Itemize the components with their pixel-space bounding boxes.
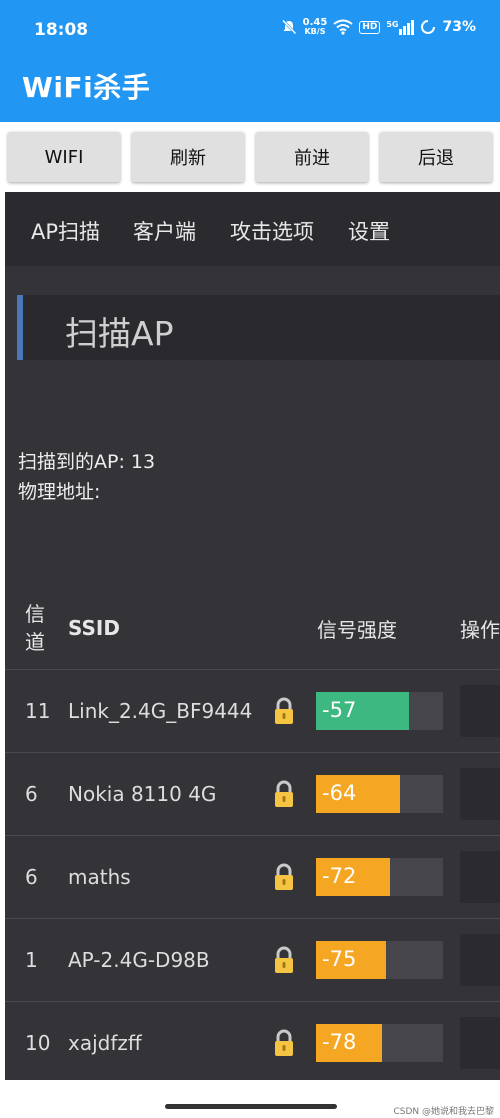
signal-value: -75 — [322, 947, 357, 971]
signal-bar: -78 — [316, 1024, 443, 1062]
signal-icon: 5G — [386, 19, 415, 35]
table-row: 11 Link_2.4G_BF9444 -57 — [5, 670, 500, 753]
lock-icon — [273, 697, 295, 725]
table-row: 6 maths -72 — [5, 836, 500, 919]
tab-clients[interactable]: 客户端 — [133, 216, 196, 246]
status-icons: 0.45 KB/S HD 5G 73% — [281, 18, 476, 36]
battery-level: 73% — [442, 19, 476, 35]
network-type: 5G — [386, 19, 399, 29]
refresh-button[interactable]: 刷新 — [132, 132, 244, 182]
tab-settings[interactable]: 设置 — [348, 216, 390, 246]
signal-bar: -64 — [316, 775, 443, 813]
cell-ssid: Nokia 8110 4G — [68, 782, 217, 806]
mute-icon — [281, 19, 297, 35]
tab-ap-scan[interactable]: AP扫描 — [31, 216, 100, 246]
button-row: WIFI 刷新 前进 后退 — [0, 122, 500, 192]
table-row: 10 xajdfzff -78 — [5, 1002, 500, 1080]
signal-bar: -57 — [316, 692, 443, 730]
section-title: 扫描AP — [65, 314, 174, 353]
signal-value: -72 — [322, 864, 357, 888]
cell-channel: 10 — [25, 1031, 51, 1055]
table-header: 信 道 SSID 信号强度 操作 — [5, 592, 500, 670]
tab-attack-options[interactable]: 攻击选项 — [230, 216, 314, 246]
header-ssid: SSID — [68, 616, 120, 640]
watermark: CSDN @她说和我去巴黎 — [393, 1107, 494, 1117]
net-speed: 0.45 KB/S — [302, 17, 328, 37]
wifi-icon — [333, 19, 353, 35]
action-button[interactable] — [460, 851, 500, 903]
header-signal: 信号强度 — [317, 618, 397, 642]
home-indicator[interactable] — [165, 1104, 337, 1109]
cell-channel: 1 — [25, 948, 38, 972]
bottom-bar: CSDN @她说和我去巴黎 — [0, 1080, 500, 1118]
cell-ssid: Link_2.4G_BF9444 — [68, 699, 253, 723]
cell-ssid: xajdfzff — [68, 1031, 142, 1055]
cell-channel: 6 — [25, 865, 38, 889]
status-time: 18:08 — [34, 20, 89, 40]
signal-value: -57 — [322, 698, 357, 722]
action-button[interactable] — [460, 934, 500, 986]
battery-icon — [421, 20, 436, 34]
signal-value: -64 — [322, 781, 357, 805]
signal-bar: -75 — [316, 941, 443, 979]
ap-count: 扫描到的AP: 13 — [18, 451, 156, 473]
section-header: 扫描AP — [17, 295, 500, 360]
content-panel: AP扫描 客户端 攻击选项 设置 扫描AP 扫描到的AP: 13 物理地址: 信… — [5, 192, 500, 1080]
table-row: 6 Nokia 8110 4G -64 — [5, 753, 500, 836]
hd-icon: HD — [359, 20, 381, 34]
forward-button[interactable]: 前进 — [256, 132, 368, 182]
app-bar: 18:08 0.45 KB/S HD 5G 73% WiFi杀手 — [0, 0, 500, 122]
header-channel: 信 道 — [25, 602, 45, 654]
action-button[interactable] — [460, 768, 500, 820]
net-speed-value: 0.45 — [302, 17, 328, 28]
table-row: 1 AP-2.4G-D98B -75 — [5, 919, 500, 1002]
mac-address-label: 物理地址: — [18, 481, 101, 503]
back-button[interactable]: 后退 — [380, 132, 492, 182]
wifi-button[interactable]: WIFI — [8, 132, 120, 182]
signal-value: -78 — [322, 1030, 357, 1054]
lock-icon — [273, 1029, 295, 1057]
lock-icon — [273, 780, 295, 808]
action-button[interactable] — [460, 685, 500, 737]
action-button[interactable] — [460, 1017, 500, 1069]
header-action: 操作 — [460, 618, 500, 642]
cell-channel: 6 — [25, 782, 38, 806]
net-speed-unit: KB/S — [304, 27, 326, 36]
cell-ssid: AP-2.4G-D98B — [68, 948, 210, 972]
lock-icon — [273, 946, 295, 974]
cell-ssid: maths — [68, 865, 131, 889]
tab-bar: AP扫描 客户端 攻击选项 设置 — [5, 192, 500, 266]
signal-bar: -72 — [316, 858, 443, 896]
lock-icon — [273, 863, 295, 891]
cell-channel: 11 — [25, 699, 51, 723]
app-title: WiFi杀手 — [22, 71, 151, 104]
